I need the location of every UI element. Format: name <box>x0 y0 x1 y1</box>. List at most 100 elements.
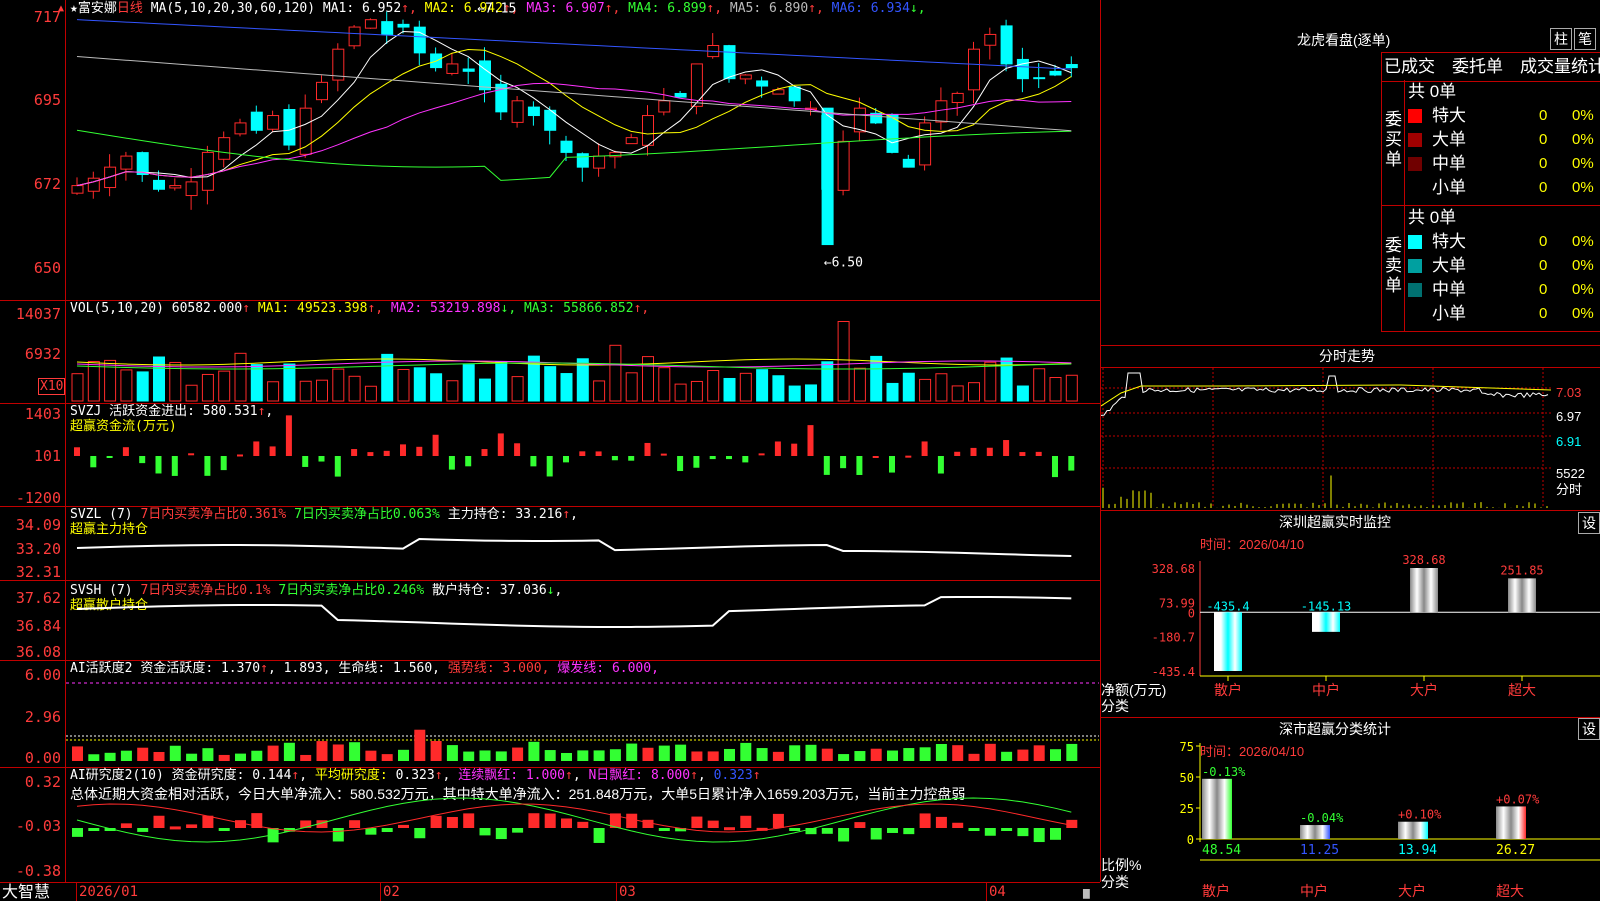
volume-bar <box>267 381 280 402</box>
buy-row-count-3: 0 <box>1539 155 1548 172</box>
svzj-bar <box>285 415 292 456</box>
buy-row-swatch-2 <box>1408 133 1422 147</box>
svzj-bar <box>188 453 195 456</box>
sell-row-pct-4: 0% <box>1572 305 1594 322</box>
ai1-bar <box>512 747 524 761</box>
buy-row-pct-3: 0% <box>1572 155 1594 172</box>
ai2-bar <box>88 828 100 831</box>
intraday-vol-label: 分时 <box>1556 482 1583 497</box>
svzj-bar <box>774 441 781 456</box>
chart-area[interactable]: ★富安娜日线 MA(5,10,20,30,60,120) MA1: 6.952↑… <box>0 0 1101 882</box>
ai2-bar <box>218 828 230 831</box>
svzj-bar <box>367 452 374 456</box>
buy-row-pct-1: 0% <box>1572 107 1594 124</box>
svzj-bar <box>171 456 178 476</box>
candle-up <box>218 137 231 160</box>
chart-canvas[interactable]: ←7.15 ←6.50 <box>66 0 1099 882</box>
ai1-bar <box>251 750 263 761</box>
candle-down <box>462 68 475 72</box>
volume-bar <box>430 373 443 402</box>
svzl-axis-low: 32.31 <box>15 563 61 581</box>
ai2-bar <box>495 828 507 840</box>
monitor-category: 超大 <box>1508 682 1536 698</box>
ai2-bar <box>691 816 703 828</box>
tick-mode-button[interactable]: 笔 <box>1574 28 1596 50</box>
volume-bar <box>250 364 263 402</box>
volume-bar <box>299 380 312 402</box>
candle-up <box>837 140 850 191</box>
volume-bar <box>658 367 671 402</box>
ai2-bar <box>561 818 572 828</box>
svsh-axis-low: 36.08 <box>15 643 61 661</box>
sell-row-swatch-4 <box>1408 307 1422 321</box>
candle-down <box>788 86 801 102</box>
ai1-bar <box>968 753 980 761</box>
volume-bar <box>919 378 932 402</box>
sell-row-swatch-1 <box>1408 235 1422 249</box>
candle-down <box>723 45 736 80</box>
volume-bar <box>364 385 377 402</box>
monitor-bar-label: -145.13 <box>1301 599 1352 613</box>
candle-down <box>1049 70 1062 76</box>
intraday-chart[interactable] <box>1101 368 1600 510</box>
class-category: 中户 <box>1300 883 1328 899</box>
candle-down <box>250 111 263 131</box>
sell-row-count-3: 0 <box>1539 281 1548 298</box>
svzj-bar <box>481 449 488 456</box>
volume-bar <box>674 383 687 402</box>
volume-bar <box>821 361 834 402</box>
buy-row-swatch-4 <box>1408 181 1422 195</box>
volume-bar <box>71 373 84 402</box>
ai1-bar <box>805 744 817 761</box>
ai1-bar <box>72 746 83 761</box>
scroll-up-icon[interactable]: ▲ <box>58 2 64 16</box>
class-bar-超大 <box>1496 806 1526 839</box>
tab-volume-stats[interactable]: 成交量统计 <box>1520 58 1600 76</box>
tab-orders[interactable]: 委托单 <box>1452 58 1503 76</box>
volume-bar <box>1065 374 1078 402</box>
svzj-bar <box>74 447 80 456</box>
ai1-bar <box>838 754 850 761</box>
ai1-axis-mid: 2.96 <box>24 708 61 726</box>
svzj-bar <box>937 456 944 474</box>
class-axis-label: 25 <box>1180 802 1194 816</box>
candle-up <box>935 100 948 123</box>
ai1-bar <box>642 747 654 761</box>
price-axis-717: 717 <box>33 8 61 26</box>
candle-down <box>397 23 410 28</box>
svzj-bar <box>579 451 586 456</box>
ai1-bar <box>398 749 409 761</box>
ai2-bar <box>577 821 589 828</box>
sell-total: 共 0单 <box>1408 208 1457 227</box>
svzj-bar <box>416 446 423 456</box>
monitor-axis-label: -180.7 <box>1152 631 1195 645</box>
volume-bar <box>495 361 508 402</box>
ai1-bar <box>789 745 801 761</box>
svzj-bar <box>432 434 439 456</box>
lock-icon[interactable]: ▆ <box>1083 886 1090 900</box>
candle-up <box>234 122 247 135</box>
svzj-bar <box>155 456 162 474</box>
candle-down <box>527 106 540 117</box>
tab-executed[interactable]: 已成交 <box>1384 58 1435 76</box>
ai2-bar <box>430 815 442 828</box>
svzj-bar <box>318 456 325 462</box>
time-axis: 大智慧 2026/01 02 03 04 ▆ <box>0 882 1100 901</box>
svzj-bar <box>514 443 521 456</box>
ai1-bar <box>528 741 540 761</box>
ai1-bar <box>609 749 621 761</box>
svzj-bar <box>546 456 553 477</box>
volume-bar <box>120 369 133 402</box>
right-panel: 龙虎看盘(逐单) 柱 笔 已成交 委托单 成交量统计 委买单 共 0单 特大 0 0… <box>1101 0 1600 900</box>
volume-bar <box>381 353 394 402</box>
candle-down <box>1033 77 1046 80</box>
bar-mode-button[interactable]: 柱 <box>1550 28 1572 50</box>
volume-bar <box>218 370 231 402</box>
ai1-axis-low: 0.00 <box>24 749 61 767</box>
candle-down <box>1016 58 1029 80</box>
volume-bar <box>462 364 475 402</box>
candle-up <box>968 48 980 91</box>
sell-row-pct-2: 0% <box>1572 257 1594 274</box>
sell-side-label: 委卖单 <box>1385 236 1402 295</box>
ai2-bar <box>120 823 132 828</box>
